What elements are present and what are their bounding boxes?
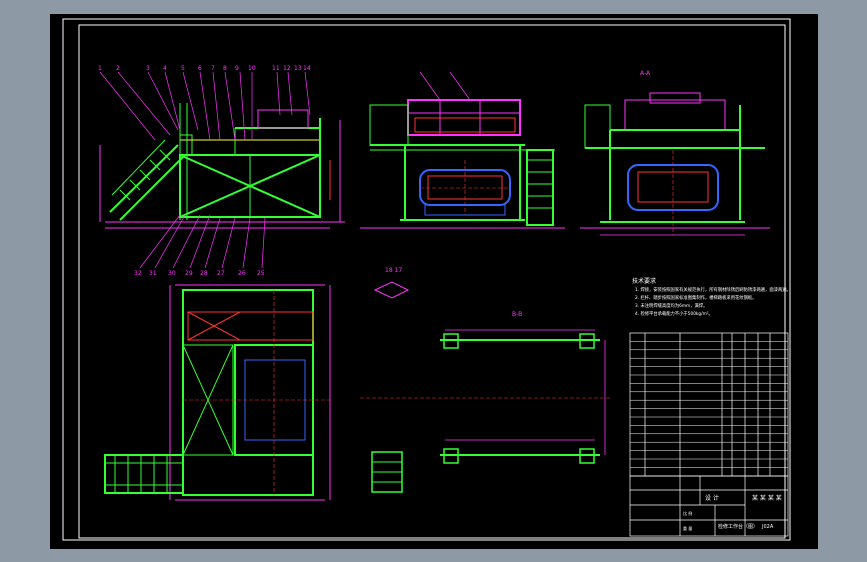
- balloon-25: 25: [257, 270, 265, 277]
- balloon-31: 31: [149, 270, 157, 277]
- balloon-13: 13: [294, 65, 302, 72]
- outer-frame: [62, 18, 791, 541]
- balloon-7: 7: [211, 65, 215, 72]
- plan-view: [104, 284, 331, 501]
- parts-list-rows: [630, 341, 788, 468]
- balloon-8: 8: [223, 65, 227, 72]
- balloon-5: 5: [181, 65, 185, 72]
- balloon-30: 30: [168, 270, 176, 277]
- title-block-drawing-name: 检修工作台（图）: [718, 523, 758, 530]
- notes-title: 技术要求: [632, 277, 656, 285]
- side-elevation-view: [360, 71, 565, 229]
- detail-label: 18 17: [385, 267, 402, 274]
- cad-drawing: 1 2 3 4 5 6 7 8 9 10 11 12 13 14 32 31 3…: [62, 18, 791, 541]
- balloon-10: 10: [248, 65, 256, 72]
- balloon-26: 26: [238, 270, 246, 277]
- balloon-3: 3: [146, 65, 150, 72]
- section-a-view: A-A: [580, 70, 770, 236]
- title-block-weight: 重 量: [683, 525, 692, 531]
- balloon-9: 9: [235, 65, 239, 72]
- title-block-design: 设 计: [705, 494, 719, 502]
- front-elevation-view: 1 2 3 4 5 6 7 8 9 10 11 12 13 14 32 31 3…: [98, 65, 345, 277]
- balloon-32: 32: [134, 270, 142, 277]
- title-block-scale: 比 例: [683, 510, 692, 516]
- balloon-29: 29: [185, 270, 193, 277]
- parts-list-table: [629, 332, 789, 477]
- balloon-12: 12: [283, 65, 291, 72]
- balloon-1: 1: [98, 65, 102, 72]
- detail-view: 18 17: [373, 267, 410, 299]
- notes-line-1: 1. 焊接，安装按照国家有关规范执行，所有钢材除锈后刷防锈漆两遍，面漆两遍。: [635, 286, 791, 293]
- balloon-14: 14: [303, 65, 311, 72]
- balloon-27: 27: [217, 270, 225, 277]
- title-block-drawing-no: J02A: [761, 524, 774, 530]
- notes-line-2: 2. 栏杆、踏步按照国家标准图集制作，楼梯踏板采用花纹钢板。: [635, 294, 756, 301]
- notes-line-4: 4. 检修平台承载能力不小于500kg/m²。: [635, 310, 713, 317]
- section-b-label: B-B: [512, 311, 522, 318]
- balloon-2: 2: [116, 65, 120, 72]
- notes-line-3: 3. 未注明焊缝高度均为6mm，满焊。: [635, 302, 707, 309]
- balloon-11: 11: [272, 65, 280, 72]
- balloon-28: 28: [200, 270, 208, 277]
- title-block-school: 某 某 某 某: [752, 495, 782, 502]
- section-b-view: B-B: [360, 311, 610, 493]
- technical-notes: 技术要求 1. 焊接，安装按照国家有关规范执行，所有钢材除锈后刷防锈漆两遍，面漆…: [632, 277, 791, 317]
- section-a-label: A-A: [640, 70, 651, 77]
- inner-frame: [78, 24, 786, 539]
- balloon-4: 4: [163, 65, 167, 72]
- balloon-6: 6: [198, 65, 202, 72]
